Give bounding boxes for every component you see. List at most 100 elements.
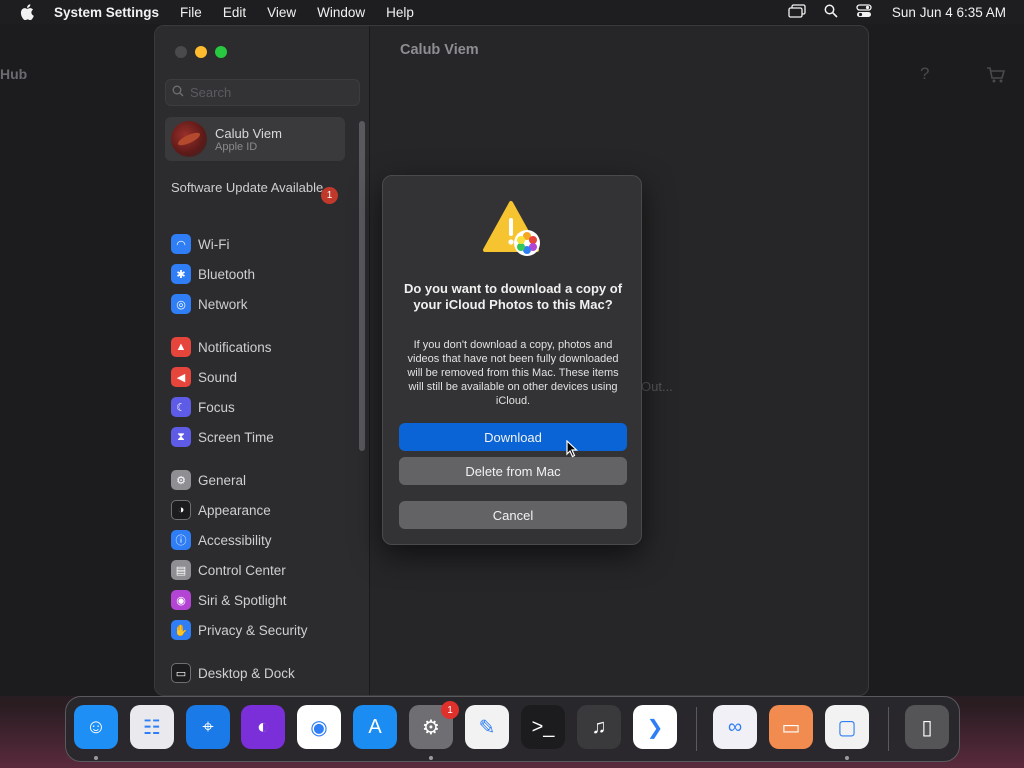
sidebar-item-focus[interactable]: ☾ Focus bbox=[171, 396, 351, 418]
apple-id-account[interactable]: Calub Viem Apple ID bbox=[165, 117, 345, 161]
search-field[interactable] bbox=[165, 79, 360, 106]
sidebar-item-label: Notifications bbox=[198, 339, 272, 355]
accessibility-icon: ⓘ bbox=[171, 530, 191, 550]
gear-icon: ⚙ bbox=[171, 470, 191, 490]
finder-icon[interactable]: ☺ bbox=[74, 705, 118, 749]
sidebar-item-privacy-security[interactable]: ✋ Privacy & Security bbox=[171, 619, 351, 641]
sidebar-item-network[interactable]: ◎ Network bbox=[171, 293, 351, 315]
sidebar-item-wi-fi[interactable]: ◠ Wi-Fi bbox=[171, 233, 351, 255]
control-center-icon: ▤ bbox=[171, 560, 191, 580]
running-indicator bbox=[94, 756, 98, 760]
app-name-menu[interactable]: System Settings bbox=[54, 5, 159, 20]
sidebar-scrollbar[interactable] bbox=[359, 121, 365, 451]
hourglass-icon: ⧗ bbox=[171, 427, 191, 447]
launchpad-icon[interactable]: ☷ bbox=[130, 705, 174, 749]
control-center-icon[interactable] bbox=[856, 3, 872, 21]
running-indicator bbox=[845, 756, 849, 760]
notification-badge: 1 bbox=[441, 701, 459, 719]
garageband-icon[interactable]: ♫ bbox=[577, 705, 621, 749]
globe-icon: ◎ bbox=[171, 294, 191, 314]
sidebar-item-screen-time[interactable]: ⧗ Screen Time bbox=[171, 426, 351, 448]
sidebar-item-control-center[interactable]: ▤ Control Center bbox=[171, 559, 351, 581]
chrome-icon[interactable]: ◉ bbox=[297, 705, 341, 749]
moon-icon: ☾ bbox=[171, 397, 191, 417]
sidebar-item-label: Accessibility bbox=[198, 532, 272, 548]
sidebar-item-bluetooth[interactable]: ✱ Bluetooth bbox=[171, 263, 351, 285]
wifi-icon: ◠ bbox=[171, 234, 191, 254]
sidebar-item-label: Control Center bbox=[198, 562, 286, 578]
visual-studio-icon[interactable]: ∞ bbox=[713, 705, 757, 749]
terminal-icon[interactable]: >_ bbox=[521, 705, 565, 749]
sidebar-item-accessibility[interactable]: ⓘ Accessibility bbox=[171, 529, 351, 551]
vscode-icon[interactable]: ❯ bbox=[633, 705, 677, 749]
bell-icon: ▲ bbox=[171, 337, 191, 357]
sidebar-item-siri-spotlight[interactable]: ◉ Siri & Spotlight bbox=[171, 589, 351, 611]
close-window-button[interactable] bbox=[175, 46, 187, 58]
dock: ☺ ☷ ⌖ ◐ ◉ A ⚙ 1 ✎ >_ ♫ ❯ ∞ ▭ ▢ ▯ bbox=[65, 696, 960, 762]
menu-help[interactable]: Help bbox=[386, 5, 414, 20]
bluetooth-icon: ✱ bbox=[171, 264, 191, 284]
help-icon[interactable]: ? bbox=[920, 64, 929, 84]
sidebar-item-general[interactable]: ⚙ General bbox=[171, 469, 351, 491]
device-app-icon[interactable]: ▢ bbox=[825, 705, 869, 749]
dock-separator-right bbox=[888, 707, 889, 751]
sidebar-item-label: Appearance bbox=[198, 502, 271, 518]
textedit-icon[interactable]: ✎ bbox=[465, 705, 509, 749]
sidebar-item-notifications[interactable]: ▲ Notifications bbox=[171, 336, 351, 358]
screen-mirroring-icon[interactable] bbox=[788, 3, 806, 21]
hand-icon: ✋ bbox=[171, 620, 191, 640]
menu-window[interactable]: Window bbox=[317, 5, 365, 20]
delete-from-mac-button[interactable]: Delete from Mac bbox=[399, 457, 627, 485]
dock-separator-left bbox=[696, 707, 697, 751]
dock-icon: ▭ bbox=[171, 663, 191, 683]
icloud-photos-dialog: Do you want to download a copy of your i… bbox=[382, 175, 642, 545]
sidebar-item-label: Privacy & Security bbox=[198, 622, 308, 638]
sidebar-item-label: Bluetooth bbox=[198, 266, 256, 282]
dialog-message: If you don't download a copy, photos and… bbox=[407, 339, 619, 407]
app-store-icon[interactable]: A bbox=[353, 705, 397, 749]
sidebar-item-label: Wi-Fi bbox=[198, 236, 230, 252]
remote-desktop-icon[interactable]: ▭ bbox=[769, 705, 813, 749]
menu-view[interactable]: View bbox=[267, 5, 296, 20]
cancel-button[interactable]: Cancel bbox=[399, 501, 627, 529]
firefox-icon[interactable]: ◐ bbox=[241, 705, 285, 749]
sidebar-item-label: Focus bbox=[198, 399, 235, 415]
safari-icon[interactable]: ⌖ bbox=[186, 705, 230, 749]
background-app-title: Hub bbox=[0, 66, 28, 82]
appearance-icon: ◑ bbox=[171, 500, 191, 520]
spotlight-search-icon[interactable] bbox=[824, 4, 838, 21]
minimize-window-button[interactable] bbox=[195, 46, 207, 58]
warning-icon bbox=[483, 200, 545, 258]
sidebar-item-label: General bbox=[198, 472, 247, 488]
siri-icon: ◉ bbox=[171, 590, 191, 610]
menu-edit[interactable]: Edit bbox=[223, 5, 246, 20]
sign-out-button[interactable]: Out... bbox=[641, 379, 673, 394]
sidebar-item-label: Screen Time bbox=[198, 429, 274, 445]
menu-bar: System Settings File Edit View Window He… bbox=[0, 0, 1024, 24]
sidebar-item-sound[interactable]: ◀ Sound bbox=[171, 366, 351, 388]
speaker-icon: ◀ bbox=[171, 367, 191, 387]
zoom-window-button[interactable] bbox=[215, 46, 227, 58]
sidebar-item-appearance[interactable]: ◑ Appearance bbox=[171, 499, 351, 521]
avatar bbox=[171, 121, 207, 157]
sidebar-item-desktop-dock[interactable]: ▭ Desktop & Dock bbox=[171, 662, 351, 684]
sidebar-item-label: Siri & Spotlight bbox=[198, 592, 287, 608]
account-subtitle: Apple ID bbox=[215, 140, 258, 153]
page-title: Calub Viem bbox=[400, 42, 479, 58]
apple-menu-icon[interactable] bbox=[0, 4, 54, 20]
sidebar-item-label: Network bbox=[198, 296, 248, 312]
cart-icon[interactable] bbox=[986, 66, 1006, 89]
window-controls bbox=[175, 46, 227, 58]
settings-sidebar: Calub Viem Apple ID Software Update Avai… bbox=[155, 26, 370, 695]
mouse-cursor-icon bbox=[566, 439, 579, 463]
trash-icon[interactable]: ▯ bbox=[905, 705, 949, 749]
menu-clock[interactable]: Sun Jun 4 6:35 AM bbox=[892, 5, 1006, 20]
download-button[interactable]: Download bbox=[399, 423, 627, 451]
search-input[interactable] bbox=[190, 85, 350, 100]
sidebar-item-label: Sound bbox=[198, 369, 238, 385]
dialog-title: Do you want to download a copy of your i… bbox=[403, 281, 623, 312]
account-name: Calub Viem bbox=[215, 125, 282, 141]
search-icon bbox=[172, 84, 184, 102]
menu-file[interactable]: File bbox=[180, 5, 202, 20]
software-update-badge: 1 bbox=[321, 187, 338, 204]
